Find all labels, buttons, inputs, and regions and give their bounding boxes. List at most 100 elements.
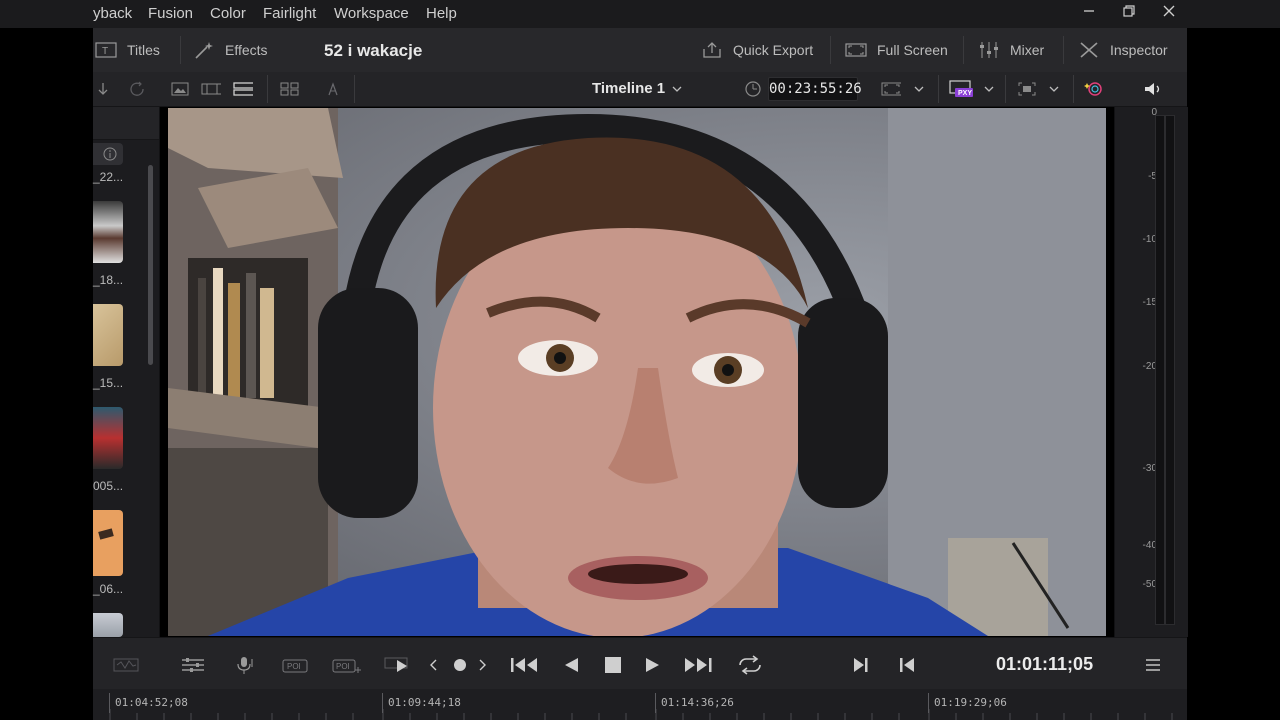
minimize-icon[interactable]	[1078, 4, 1100, 24]
next-edit-icon[interactable]	[851, 654, 871, 676]
menu-fusion[interactable]: Fusion	[148, 5, 193, 22]
play-icon[interactable]	[643, 654, 663, 676]
full-screen-label: Full Screen	[877, 42, 948, 58]
titles-icon: T	[95, 41, 117, 59]
chevron-down-icon[interactable]	[1044, 80, 1064, 98]
clip-thumbnail[interactable]	[93, 407, 123, 469]
svg-text:POI: POI	[336, 662, 350, 671]
ruler-major-tick	[928, 693, 929, 713]
quick-export-button[interactable]: Quick Export	[701, 38, 813, 62]
sort-icon[interactable]	[93, 80, 113, 98]
menu-bar: yback Fusion Color Fairlight Workspace H…	[0, 0, 1280, 28]
divider	[180, 36, 181, 64]
chevron-right-icon[interactable]	[477, 654, 489, 676]
previous-edit-icon[interactable]	[897, 654, 917, 676]
waveform-icon[interactable]	[113, 654, 139, 676]
magic-wand-icon	[193, 41, 215, 59]
microphone-icon[interactable]	[233, 654, 257, 676]
color-effects-icon[interactable]	[1084, 80, 1104, 98]
clip-settings-icon[interactable]	[179, 654, 207, 676]
meter-scale-label: -30	[1142, 463, 1157, 474]
menu-icon[interactable]	[1143, 654, 1163, 676]
clip-thumbnail[interactable]	[93, 201, 123, 263]
meter-channel-left	[1155, 115, 1165, 625]
chevron-down-icon[interactable]	[909, 80, 929, 98]
text-tool-icon[interactable]	[323, 80, 343, 98]
divider	[354, 75, 355, 103]
titles-label: Titles	[127, 42, 160, 58]
menu-workspace[interactable]: Workspace	[334, 5, 409, 22]
quick-export-label: Quick Export	[733, 42, 814, 58]
inspector-label: Inspector	[1110, 42, 1168, 58]
thumbnail-view-icon[interactable]	[170, 80, 190, 98]
export-icon	[701, 41, 723, 59]
divider	[830, 36, 831, 64]
meter-scale-label: 0	[1151, 107, 1157, 118]
meter-scale-label: -15	[1142, 297, 1157, 308]
timeline-ruler[interactable]: 01:04:52;08 01:09:44;18 01:14:36;26 01:1…	[93, 689, 1187, 720]
effects-button[interactable]: Effects	[193, 38, 268, 62]
divider	[963, 36, 964, 64]
chevron-down-icon[interactable]	[979, 80, 999, 98]
full-screen-button[interactable]: Full Screen	[845, 38, 948, 62]
ruler-major-tick	[382, 693, 383, 713]
titles-button[interactable]: T Titles	[95, 38, 160, 62]
stop-icon[interactable]	[603, 654, 623, 676]
strip-view-icon[interactable]	[233, 80, 253, 98]
clip-label: 005...	[93, 479, 124, 493]
mixer-icon	[978, 41, 1000, 59]
inspector-icon	[1078, 41, 1100, 59]
menu-fairlight[interactable]: Fairlight	[263, 5, 316, 22]
proxy-icon[interactable]: PXY	[949, 80, 975, 98]
svg-text:POI: POI	[287, 662, 301, 671]
filmstrip-view-icon[interactable]	[201, 80, 221, 98]
project-title: 52 i wakacje	[324, 41, 423, 60]
poi-marker-icon[interactable]: POI	[281, 654, 311, 676]
go-to-end-icon[interactable]	[683, 654, 717, 676]
play-reverse-icon[interactable]	[561, 654, 581, 676]
clip-thumbnail[interactable]	[93, 613, 123, 637]
inspector-button[interactable]: Inspector	[1078, 38, 1168, 62]
go-to-start-icon[interactable]	[509, 654, 541, 676]
svg-text:T: T	[102, 46, 108, 57]
jog-dot-icon[interactable]	[452, 654, 468, 676]
poi-add-icon[interactable]: POI	[331, 654, 361, 676]
safe-area-icon[interactable]	[1017, 80, 1037, 98]
info-icon[interactable]	[103, 147, 117, 161]
close-icon[interactable]	[1158, 4, 1180, 24]
full-screen-icon	[845, 41, 867, 59]
menu-color[interactable]: Color	[210, 5, 246, 22]
loop-icon[interactable]	[734, 654, 766, 676]
ruler-label: 01:19:29;06	[934, 696, 1007, 709]
ruler-ticks	[109, 709, 1173, 720]
divider	[1063, 36, 1064, 64]
divider	[938, 75, 939, 103]
play-reverse-marker-icon[interactable]	[383, 654, 415, 676]
mixer-label: Mixer	[1010, 42, 1045, 58]
ruler-major-tick	[109, 693, 110, 713]
viewer-size-icon[interactable]	[881, 80, 901, 98]
refresh-icon[interactable]	[128, 80, 148, 98]
chevron-left-icon[interactable]	[427, 654, 439, 676]
divider	[1073, 75, 1074, 103]
restore-icon[interactable]	[1118, 4, 1140, 24]
video-viewer[interactable]	[168, 108, 1106, 636]
clip-thumbnail[interactable]	[93, 510, 123, 576]
ruler-label: 01:14:36;26	[661, 696, 734, 709]
transport-bar: POI POI 01:01:11;05	[93, 637, 1187, 690]
clip-thumbnail[interactable]	[93, 304, 123, 366]
mixer-button[interactable]: Mixer	[978, 38, 1044, 62]
grid-view-icon[interactable]	[280, 80, 300, 98]
viewer-timecode[interactable]: 00:23:55:26	[768, 77, 862, 101]
clip-label: _06...	[93, 582, 124, 596]
speaker-icon[interactable]	[1143, 80, 1163, 98]
timecode-clock-icon	[743, 80, 763, 98]
menu-playback[interactable]: yback	[93, 5, 132, 22]
effects-label: Effects	[225, 42, 268, 58]
ruler-major-tick	[655, 693, 656, 713]
divider	[1005, 75, 1006, 103]
chevron-down-icon[interactable]	[667, 80, 687, 98]
menu-help[interactable]: Help	[426, 5, 457, 22]
timeline-name[interactable]: Timeline 1	[592, 80, 665, 97]
media-pool-scrollbar[interactable]	[148, 165, 153, 365]
